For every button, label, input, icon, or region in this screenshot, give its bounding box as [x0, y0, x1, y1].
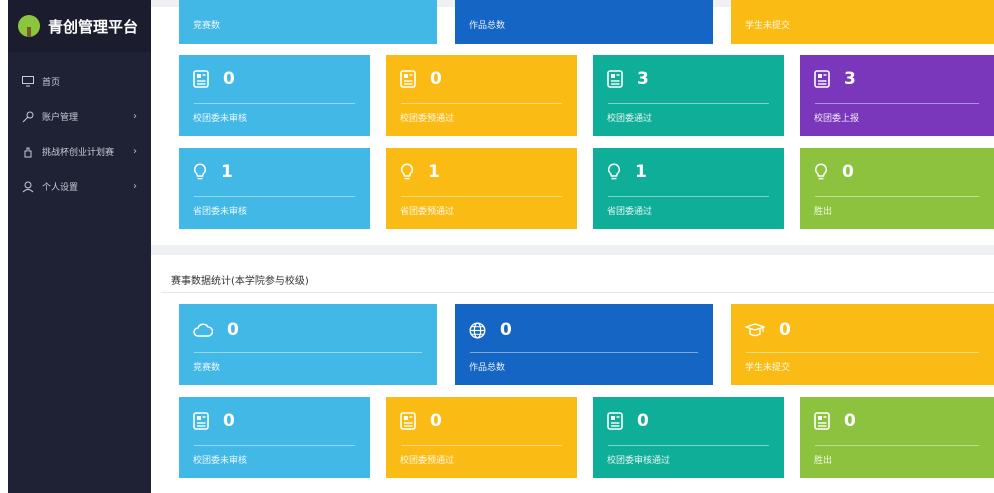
cloud-icon	[193, 323, 213, 337]
sidebar-item-challenge-cup[interactable]: 挑战杯创业计划赛 ›	[8, 134, 151, 169]
stat-value: 0	[223, 411, 235, 431]
stat-value: 0	[844, 411, 856, 431]
sidebar-item-personal-settings[interactable]: 个人设置 ›	[8, 169, 151, 204]
sidebar-item-label: 首页	[42, 78, 61, 88]
stat-label: 胜出	[814, 207, 833, 217]
stat-card[interactable]: 1 省团委通过	[593, 148, 784, 229]
newspaper-icon	[400, 412, 416, 430]
app-name: 青创管理平台	[48, 17, 139, 36]
stat-label: 竞赛数	[193, 21, 221, 31]
bulb-icon	[814, 163, 828, 181]
stat-card[interactable]: 1 省团委未审核	[179, 148, 370, 229]
section-gap	[151, 245, 994, 255]
globe-icon	[469, 321, 486, 339]
newspaper-icon	[193, 412, 209, 430]
stat-label: 校团委未审核	[193, 114, 248, 124]
sidebar-item-label: 账户管理	[42, 113, 79, 123]
stat-label: 省团委通过	[607, 207, 653, 217]
stat-value: 0	[842, 162, 854, 182]
stat-card-not-submitted[interactable]: 学生未提交	[731, 0, 994, 44]
newspaper-icon	[607, 70, 623, 88]
key-icon	[22, 111, 36, 123]
newspaper-icon	[193, 70, 209, 88]
graduation-cap-icon	[745, 323, 765, 337]
stat-value: 0	[223, 69, 235, 89]
stat-card-competitions[interactable]: 竞赛数	[179, 0, 437, 44]
stat-value: 3	[844, 69, 856, 89]
sidebar-item-label: 挑战杯创业计划赛	[42, 148, 115, 158]
stat-label: 学生未提交	[745, 21, 791, 31]
stat-value: 0	[227, 320, 239, 340]
newspaper-icon	[814, 412, 830, 430]
stat-label: 竞赛数	[193, 363, 221, 373]
stat-card[interactable]: 0 校团委预通过	[386, 55, 577, 136]
hand-icon	[22, 146, 36, 158]
stat-value: 1	[221, 162, 233, 182]
stat-card[interactable]: 0 校团委未审核	[179, 397, 370, 478]
sidebar-item-home[interactable]: 首页	[8, 64, 151, 99]
stat-label: 校团委未审核	[193, 456, 248, 466]
stat-label: 校团委预通过	[400, 114, 455, 124]
sidebar-nav: 首页 账户管理 › 挑战杯创业计划赛 › 个人设置 ›	[8, 52, 151, 204]
stat-value: 1	[635, 162, 647, 182]
stat-card-competitions[interactable]: 0 竞赛数	[179, 304, 437, 385]
stat-card-works-total[interactable]: 作品总数	[455, 0, 713, 44]
chevron-right-icon: ›	[133, 146, 137, 157]
stat-label: 省团委未审核	[193, 207, 248, 217]
stat-value: 0	[500, 320, 512, 340]
bulb-icon	[400, 163, 414, 181]
logo[interactable]: 青创管理平台	[8, 0, 151, 52]
stat-card[interactable]: 0 校团委预通过	[386, 397, 577, 478]
stat-label: 作品总数	[469, 363, 506, 373]
section-title: 赛事数据统计(本学院参与校级)	[171, 276, 309, 287]
chevron-right-icon: ›	[133, 111, 137, 122]
stat-card[interactable]: 3 校团委上报	[800, 55, 994, 136]
stat-label: 学生未提交	[745, 363, 791, 373]
stat-label: 胜出	[814, 456, 833, 466]
stat-label: 校团委审核通过	[607, 456, 671, 466]
stat-card[interactable]: 1 省团委预通过	[386, 148, 577, 229]
chevron-right-icon: ›	[133, 181, 137, 192]
stat-label: 校团委预通过	[400, 456, 455, 466]
user-icon	[22, 181, 36, 193]
bulb-icon	[193, 163, 207, 181]
stat-label: 校团委通过	[607, 114, 653, 124]
stat-label: 作品总数	[469, 21, 506, 31]
bulb-icon	[607, 163, 621, 181]
stat-card[interactable]: 0 胜出	[800, 397, 994, 478]
stat-value: 0	[637, 411, 649, 431]
stat-card[interactable]: 0 胜出	[800, 148, 994, 229]
stat-value: 0	[779, 320, 791, 340]
sidebar-item-account[interactable]: 账户管理 ›	[8, 99, 151, 134]
stat-label: 校团委上报	[814, 114, 860, 124]
newspaper-icon	[607, 412, 623, 430]
newspaper-icon	[814, 70, 830, 88]
stat-label: 省团委预通过	[400, 207, 455, 217]
stat-value: 0	[430, 411, 442, 431]
stat-card[interactable]: 0 校团委未审核	[179, 55, 370, 136]
stat-value: 1	[428, 162, 440, 182]
main-content: 竞赛数 作品总数 学生未提交 0 校团委未审核 0 校团委预通过 3 校团委通过	[151, 0, 994, 493]
monitor-icon	[22, 76, 36, 87]
stat-card[interactable]: 0 校团委审核通过	[593, 397, 784, 478]
sidebar-item-label: 个人设置	[42, 183, 79, 193]
stat-card-not-submitted[interactable]: 0 学生未提交	[731, 304, 994, 385]
tree-logo-icon	[18, 15, 40, 37]
sidebar: 青创管理平台 首页 账户管理 › 挑战杯创业计划赛 › 个人设置 ›	[8, 0, 151, 493]
stat-card-works-total[interactable]: 0 作品总数	[455, 304, 713, 385]
stat-value: 3	[637, 69, 649, 89]
stat-value: 0	[430, 69, 442, 89]
newspaper-icon	[400, 70, 416, 88]
section-divider	[161, 292, 994, 293]
stat-card[interactable]: 3 校团委通过	[593, 55, 784, 136]
